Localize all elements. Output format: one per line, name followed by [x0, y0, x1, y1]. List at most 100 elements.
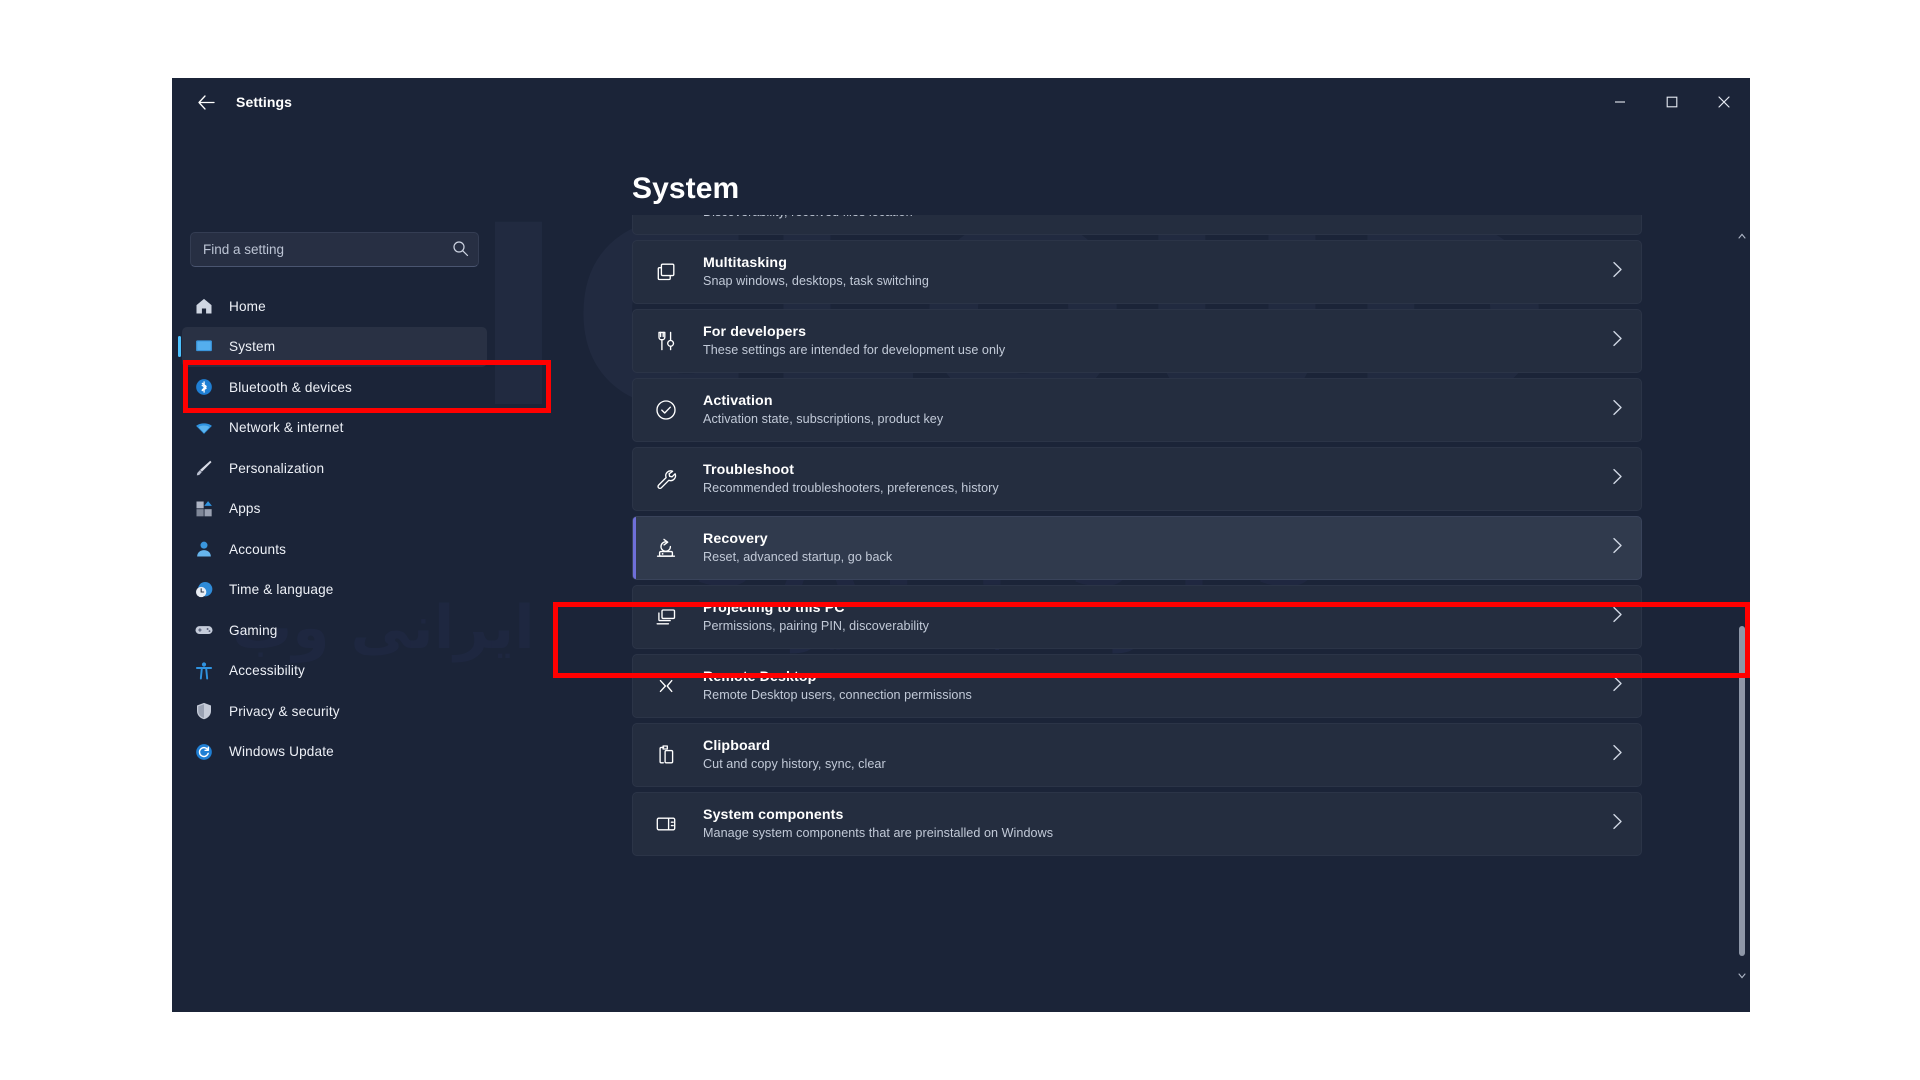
gamepad-icon	[193, 619, 215, 641]
sidebar-item-label: Privacy & security	[229, 703, 340, 719]
page-title: System	[632, 172, 740, 205]
screenshot-stage: ICLOUD SAPPSYS ایرانی وب سرعت بی نظیر Se…	[0, 0, 1920, 1080]
settings-card-text: Troubleshoot Recommended troubleshooters,…	[703, 461, 1600, 497]
settings-card-projecting-to-this-pc[interactable]: Projecting to this PC Permissions, pairin…	[632, 585, 1642, 649]
sidebar-item-label: Network & internet	[229, 420, 344, 435]
sidebar-item-label: Bluetooth & devices	[229, 379, 353, 395]
settings-card-subtitle: Manage system components that are preins…	[703, 826, 1054, 840]
settings-card-text: Activation Activation state, subscription…	[703, 392, 1600, 428]
bluetooth-icon	[193, 376, 215, 398]
bluetooth-icon	[196, 379, 212, 395]
settings-card-for-developers[interactable]: For developers These settings are intende…	[632, 309, 1642, 373]
sidebar: Home System Bluetooth & devices Network & i…	[172, 126, 497, 1012]
sidebar-item-system[interactable]: System	[178, 326, 487, 367]
home-icon	[193, 295, 215, 317]
sidebar-item-privacy-security[interactable]: Privacy & security	[182, 691, 487, 731]
sidebar-item-apps[interactable]: Apps	[182, 489, 487, 529]
sidebar-item-windows-update[interactable]: Windows Update	[182, 732, 487, 772]
title-bar: Settings	[172, 78, 1750, 126]
settings-card-remote-desktop[interactable]: Remote Desktop Remote Desktop users, conn…	[632, 654, 1642, 718]
sidebar-item-label: Time & language	[229, 582, 334, 597]
settings-card-text: Remote Desktop Remote Desktop users, conn…	[703, 668, 1600, 704]
settings-card-clipboard[interactable]: Clipboard Cut and copy history, sync, cle…	[632, 723, 1642, 787]
sidebar-item-gaming[interactable]: Gaming	[182, 610, 487, 650]
close-icon	[1718, 96, 1730, 108]
sidebar-item-bluetooth-devices[interactable]: Bluetooth & devices	[182, 367, 487, 407]
sidebar-item-label: Windows Update	[229, 744, 334, 759]
nearby-sharing-icon	[653, 215, 679, 216]
settings-card-text: Projecting to this PC Permissions, pairin…	[703, 599, 1600, 635]
close-button[interactable]	[1698, 78, 1750, 126]
apps-icon	[196, 500, 212, 516]
chevron-right-icon	[1612, 468, 1623, 490]
person-icon	[193, 538, 215, 560]
back-button[interactable]	[186, 85, 226, 119]
settings-card-nearby-sharing[interactable]: Nearby sharingDiscoverability, received …	[632, 215, 1642, 235]
scrollbar-thumb[interactable]	[1739, 626, 1745, 956]
settings-card-text: Multitasking Snap windows, desktops, task…	[703, 254, 1600, 290]
projecting-icon	[653, 604, 679, 630]
apps-icon	[193, 498, 215, 520]
sidebar-item-accounts[interactable]: Accounts	[182, 529, 487, 569]
clock-icon	[196, 581, 213, 597]
maximize-button[interactable]	[1646, 78, 1698, 126]
back-arrow-icon	[197, 94, 215, 110]
wrench-icon	[657, 470, 677, 489]
update-icon	[193, 741, 215, 763]
search-input[interactable]	[190, 232, 479, 267]
settings-card-recovery[interactable]: Recovery Reset, advanced startup, go back	[632, 516, 1642, 580]
settings-list: Nearby sharingDiscoverability, received …	[632, 215, 1642, 861]
settings-window: ICLOUD SAPPSYS ایرانی وب سرعت بی نظیر Se…	[172, 78, 1750, 1012]
sidebar-item-label: Home	[229, 298, 266, 314]
wifi-icon	[193, 417, 215, 439]
brush-icon	[196, 460, 212, 476]
sidebar-item-label: System	[229, 339, 276, 354]
settings-card-multitasking[interactable]: Multitasking Snap windows, desktops, task…	[632, 240, 1642, 304]
wifi-icon	[196, 422, 212, 434]
chevron-right-icon	[1612, 330, 1623, 352]
settings-card-activation[interactable]: Activation Activation state, subscription…	[632, 378, 1642, 442]
update-icon	[196, 743, 212, 760]
scroll-up-arrow-icon	[1737, 233, 1746, 239]
sidebar-item-label: Accessibility	[229, 663, 305, 678]
settings-card-subtitle: Recommended troubleshooters, preferences…	[703, 481, 999, 495]
projecting-icon	[656, 609, 676, 625]
remote-desktop-icon	[659, 679, 673, 693]
minimize-button[interactable]	[1594, 78, 1646, 126]
shield-icon	[197, 702, 211, 720]
settings-card-title: Clipboard	[703, 738, 771, 754]
search-box	[190, 232, 479, 267]
remote-desktop-icon	[653, 673, 679, 699]
window-title: Settings	[236, 94, 293, 110]
settings-card-title: Multitasking	[703, 255, 787, 271]
activation-check-icon	[653, 397, 679, 423]
sidebar-item-label: Personalization	[229, 460, 325, 476]
sidebar-item-personalization[interactable]: Personalization	[182, 448, 487, 488]
settings-card-title: Remote Desktop	[703, 669, 817, 685]
multitasking-icon	[653, 259, 679, 285]
settings-card-system-components[interactable]: System components Manage system component…	[632, 792, 1642, 856]
scroll-down-button[interactable]	[1737, 970, 1746, 982]
system-icon	[193, 336, 215, 358]
settings-card-text: Clipboard Cut and copy history, sync, cle…	[703, 737, 1600, 773]
multitasking-icon	[657, 263, 675, 281]
settings-card-title: Troubleshoot	[703, 462, 795, 478]
minimize-icon	[1615, 101, 1625, 103]
settings-card-title: Recovery	[703, 531, 768, 547]
sidebar-item-home[interactable]: Home	[182, 286, 487, 326]
wrench-icon	[653, 466, 679, 492]
sidebar-item-network-internet[interactable]: Network & internet	[182, 408, 487, 448]
settings-card-text: For developers These settings are intende…	[703, 323, 1600, 359]
chevron-right-icon	[1612, 675, 1623, 697]
sidebar-item-accessibility[interactable]: Accessibility	[182, 651, 487, 691]
settings-card-title: For developers	[703, 324, 807, 340]
scroll-up-button[interactable]	[1737, 230, 1746, 242]
vertical-scrollbar[interactable]	[1737, 233, 1746, 979]
content-area: System Nearby sharingDiscoverability, re…	[497, 126, 1750, 1012]
chevron-right-icon	[1612, 537, 1623, 559]
chevron-right-icon	[1612, 744, 1623, 766]
system-components-icon	[653, 811, 679, 837]
settings-card-troubleshoot[interactable]: Troubleshoot Recommended troubleshooters,…	[632, 447, 1642, 511]
sidebar-item-time-language[interactable]: Time & language	[182, 570, 487, 610]
system-icon	[196, 339, 212, 351]
